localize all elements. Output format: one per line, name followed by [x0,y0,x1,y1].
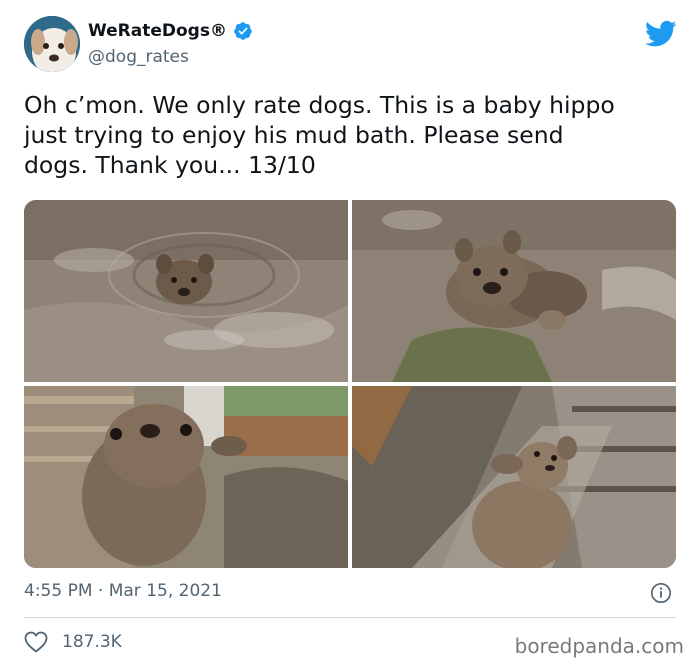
avatar-image [24,16,80,72]
handle[interactable]: @dog_rates [88,47,189,67]
like-row[interactable]: 187.3K [24,631,122,653]
photo-1[interactable] [24,200,348,382]
tweet-timestamp[interactable]: 4:55 PM · Mar 15, 2021 [24,581,222,601]
like-count: 187.3K [62,632,122,652]
tweet-text: Oh c’mon. We only rate dogs. This is a b… [24,91,615,179]
watermark: boredpanda.com [514,634,684,658]
divider [24,617,676,618]
twitter-bird-icon[interactable] [645,20,677,48]
author-name-row[interactable]: WeRateDogs® [88,21,253,41]
photo-2[interactable] [352,200,676,382]
media-grid [24,200,676,568]
tweet-card: WeRateDogs® @dog_rates Oh c’mon. We only… [0,0,700,671]
verified-badge-icon [234,22,252,40]
photo-3[interactable] [24,386,348,568]
heart-icon[interactable] [24,631,48,653]
photo-4[interactable] [352,386,676,568]
avatar[interactable] [24,16,80,72]
display-name[interactable]: WeRateDogs® [88,21,227,41]
info-icon[interactable] [650,582,672,604]
